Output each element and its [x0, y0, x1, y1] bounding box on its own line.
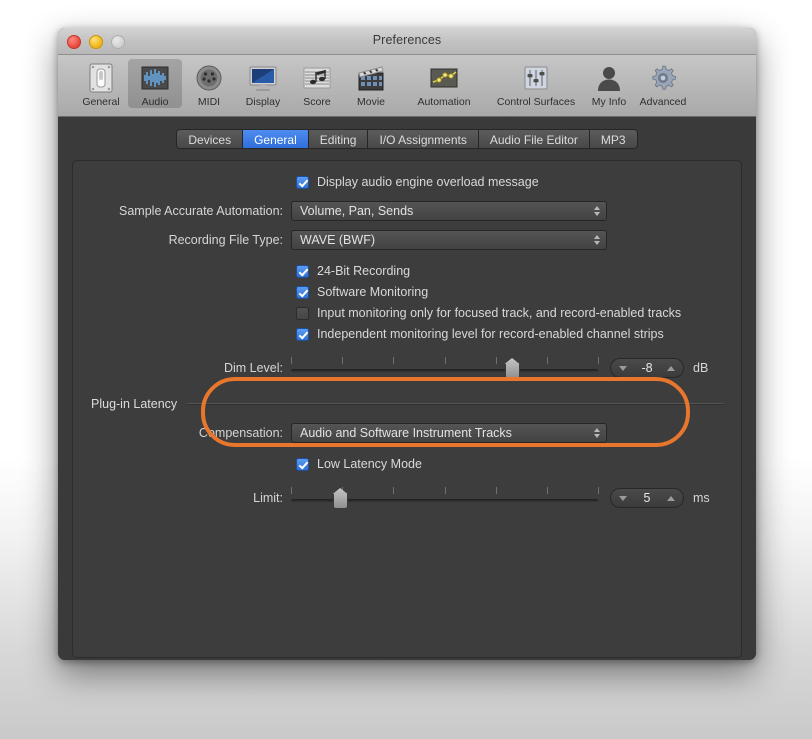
compensation-label: Compensation: [198, 426, 283, 440]
limit-stepper[interactable]: 5 [610, 488, 684, 508]
music-notes-icon [303, 67, 331, 89]
overload-message-row[interactable]: Display audio engine overload message [296, 175, 723, 189]
recording-file-type-select[interactable]: WAVE (BWF) [291, 230, 607, 250]
sample-accurate-automation-row: Sample Accurate Automation: Volume, Pan,… [91, 201, 723, 221]
window-title: Preferences [372, 33, 442, 47]
plugin-latency-title: Plug-in Latency [91, 397, 178, 411]
limit-slider[interactable] [291, 487, 599, 509]
midi-port-icon [196, 65, 222, 91]
sample-accurate-automation-select[interactable]: Volume, Pan, Sends [291, 201, 607, 221]
tab-audio-file-editor[interactable]: Audio File Editor [477, 129, 589, 149]
limit-value: 5 [643, 491, 651, 505]
compensation-value: Audio and Software Instrument Tracks [300, 426, 512, 440]
toolbar-item-my-info[interactable]: My Info [582, 59, 636, 108]
tab-editing[interactable]: Editing [307, 129, 368, 149]
recording-file-type-row: Recording File Type: WAVE (BWF) [91, 230, 723, 250]
stepper-up-icon[interactable] [667, 495, 675, 501]
sample-accurate-automation-value: Volume, Pan, Sends [300, 204, 414, 218]
software-monitoring-label: Software Monitoring [317, 285, 429, 299]
input-monitoring-checkbox[interactable] [296, 306, 309, 320]
stepper-down-icon[interactable] [619, 365, 627, 371]
limit-row: Limit: 5 ms [91, 487, 723, 509]
toolbar-item-label: Automation [417, 96, 471, 108]
24bit-recording-checkbox[interactable] [296, 264, 309, 278]
low-latency-mode-checkbox[interactable] [296, 457, 309, 471]
plugin-latency-section-header: Plug-in Latency [91, 397, 723, 411]
compensation-row: Compensation: Audio and Software Instrum… [91, 423, 723, 443]
tab-general[interactable]: General [242, 129, 308, 149]
switch-icon [89, 63, 113, 93]
software-monitoring-row[interactable]: Software Monitoring [296, 285, 723, 299]
toolbar-item-label: MIDI [197, 96, 221, 108]
chevron-updown-icon [594, 428, 600, 438]
low-latency-mode-label: Low Latency Mode [317, 457, 422, 471]
settings-panel: Display audio engine overload message Sa… [72, 160, 742, 658]
stepper-up-icon[interactable] [667, 365, 675, 371]
compensation-select[interactable]: Audio and Software Instrument Tracks [291, 423, 607, 443]
preferences-toolbar: General Audio MIDI Display Score Movie A… [58, 55, 756, 117]
toolbar-item-label: My Info [591, 96, 627, 108]
toolbar-item-audio[interactable]: Audio [128, 59, 182, 108]
toolbar-item-midi[interactable]: MIDI [182, 59, 236, 108]
tab-io-assignments[interactable]: I/O Assignments [367, 129, 478, 149]
limit-unit: ms [693, 491, 710, 505]
dim-level-stepper[interactable]: -8 [610, 358, 684, 378]
node-graph-icon [430, 68, 458, 88]
toolbar-item-label: Score [303, 96, 331, 108]
toolbar-item-score[interactable]: Score [290, 59, 344, 108]
dim-level-label: Dim Level: [223, 361, 283, 375]
toolbar-item-automation[interactable]: Automation [398, 59, 490, 108]
preferences-window: Preferences General Audio MIDI Display S… [58, 28, 756, 660]
gear-icon [652, 65, 676, 90]
tab-devices[interactable]: Devices [176, 129, 243, 149]
limit-label: Limit: [253, 491, 283, 505]
24bit-recording-row[interactable]: 24-Bit Recording [296, 264, 723, 278]
dim-level-tick-marks [291, 357, 599, 364]
clapperboard-icon [358, 66, 384, 91]
dim-level-slider[interactable] [291, 357, 599, 379]
stepper-down-icon[interactable] [619, 495, 627, 501]
input-monitoring-row[interactable]: Input monitoring only for focused track,… [296, 306, 723, 320]
faders-icon [524, 66, 548, 90]
limit-thumb[interactable] [332, 492, 348, 509]
toolbar-item-general[interactable]: General [74, 59, 128, 108]
sample-accurate-automation-label: Sample Accurate Automation: [119, 204, 283, 218]
toolbar-item-movie[interactable]: Movie [344, 59, 398, 108]
toolbar-item-label: Advanced [639, 96, 687, 108]
recording-file-type-value: WAVE (BWF) [300, 233, 375, 247]
preferences-body: Devices General Editing I/O Assignments … [58, 117, 756, 660]
toolbar-item-label: General [82, 96, 120, 108]
low-latency-mode-row[interactable]: Low Latency Mode [296, 457, 723, 471]
input-monitoring-label: Input monitoring only for focused track,… [317, 306, 682, 320]
toolbar-item-label: Audio [141, 96, 169, 108]
toolbar-item-label: Display [245, 96, 281, 108]
dim-level-thumb[interactable] [504, 362, 520, 379]
independent-monitoring-row[interactable]: Independent monitoring level for record-… [296, 327, 723, 341]
tab-mp3[interactable]: MP3 [588, 129, 638, 149]
monitor-icon [249, 66, 277, 91]
independent-monitoring-label: Independent monitoring level for record-… [317, 327, 664, 341]
section-divider [187, 403, 723, 405]
chevron-updown-icon [594, 235, 600, 245]
chevron-updown-icon [594, 206, 600, 216]
toolbar-item-display[interactable]: Display [236, 59, 290, 108]
dim-level-value: -8 [641, 361, 653, 375]
dim-level-unit: dB [693, 361, 709, 375]
toolbar-item-control-surfaces[interactable]: Control Surfaces [490, 59, 582, 108]
toolbar-item-label: Control Surfaces [496, 96, 576, 108]
independent-monitoring-checkbox[interactable] [296, 327, 309, 341]
window-titlebar: Preferences [58, 28, 756, 55]
toolbar-item-advanced[interactable]: Advanced [636, 59, 690, 108]
recording-file-type-label: Recording File Type: [168, 233, 283, 247]
waveform-icon [141, 66, 169, 90]
tab-bar: Devices General Editing I/O Assignments … [72, 129, 742, 149]
dim-level-row: Dim Level: -8 dB [91, 357, 723, 379]
overload-message-label: Display audio engine overload message [317, 175, 539, 189]
24bit-recording-label: 24-Bit Recording [317, 264, 411, 278]
toolbar-item-label: Movie [356, 96, 385, 108]
overload-message-checkbox[interactable] [296, 175, 309, 189]
person-icon [598, 67, 620, 91]
dim-level-track[interactable] [291, 369, 598, 373]
software-monitoring-checkbox[interactable] [296, 285, 309, 299]
